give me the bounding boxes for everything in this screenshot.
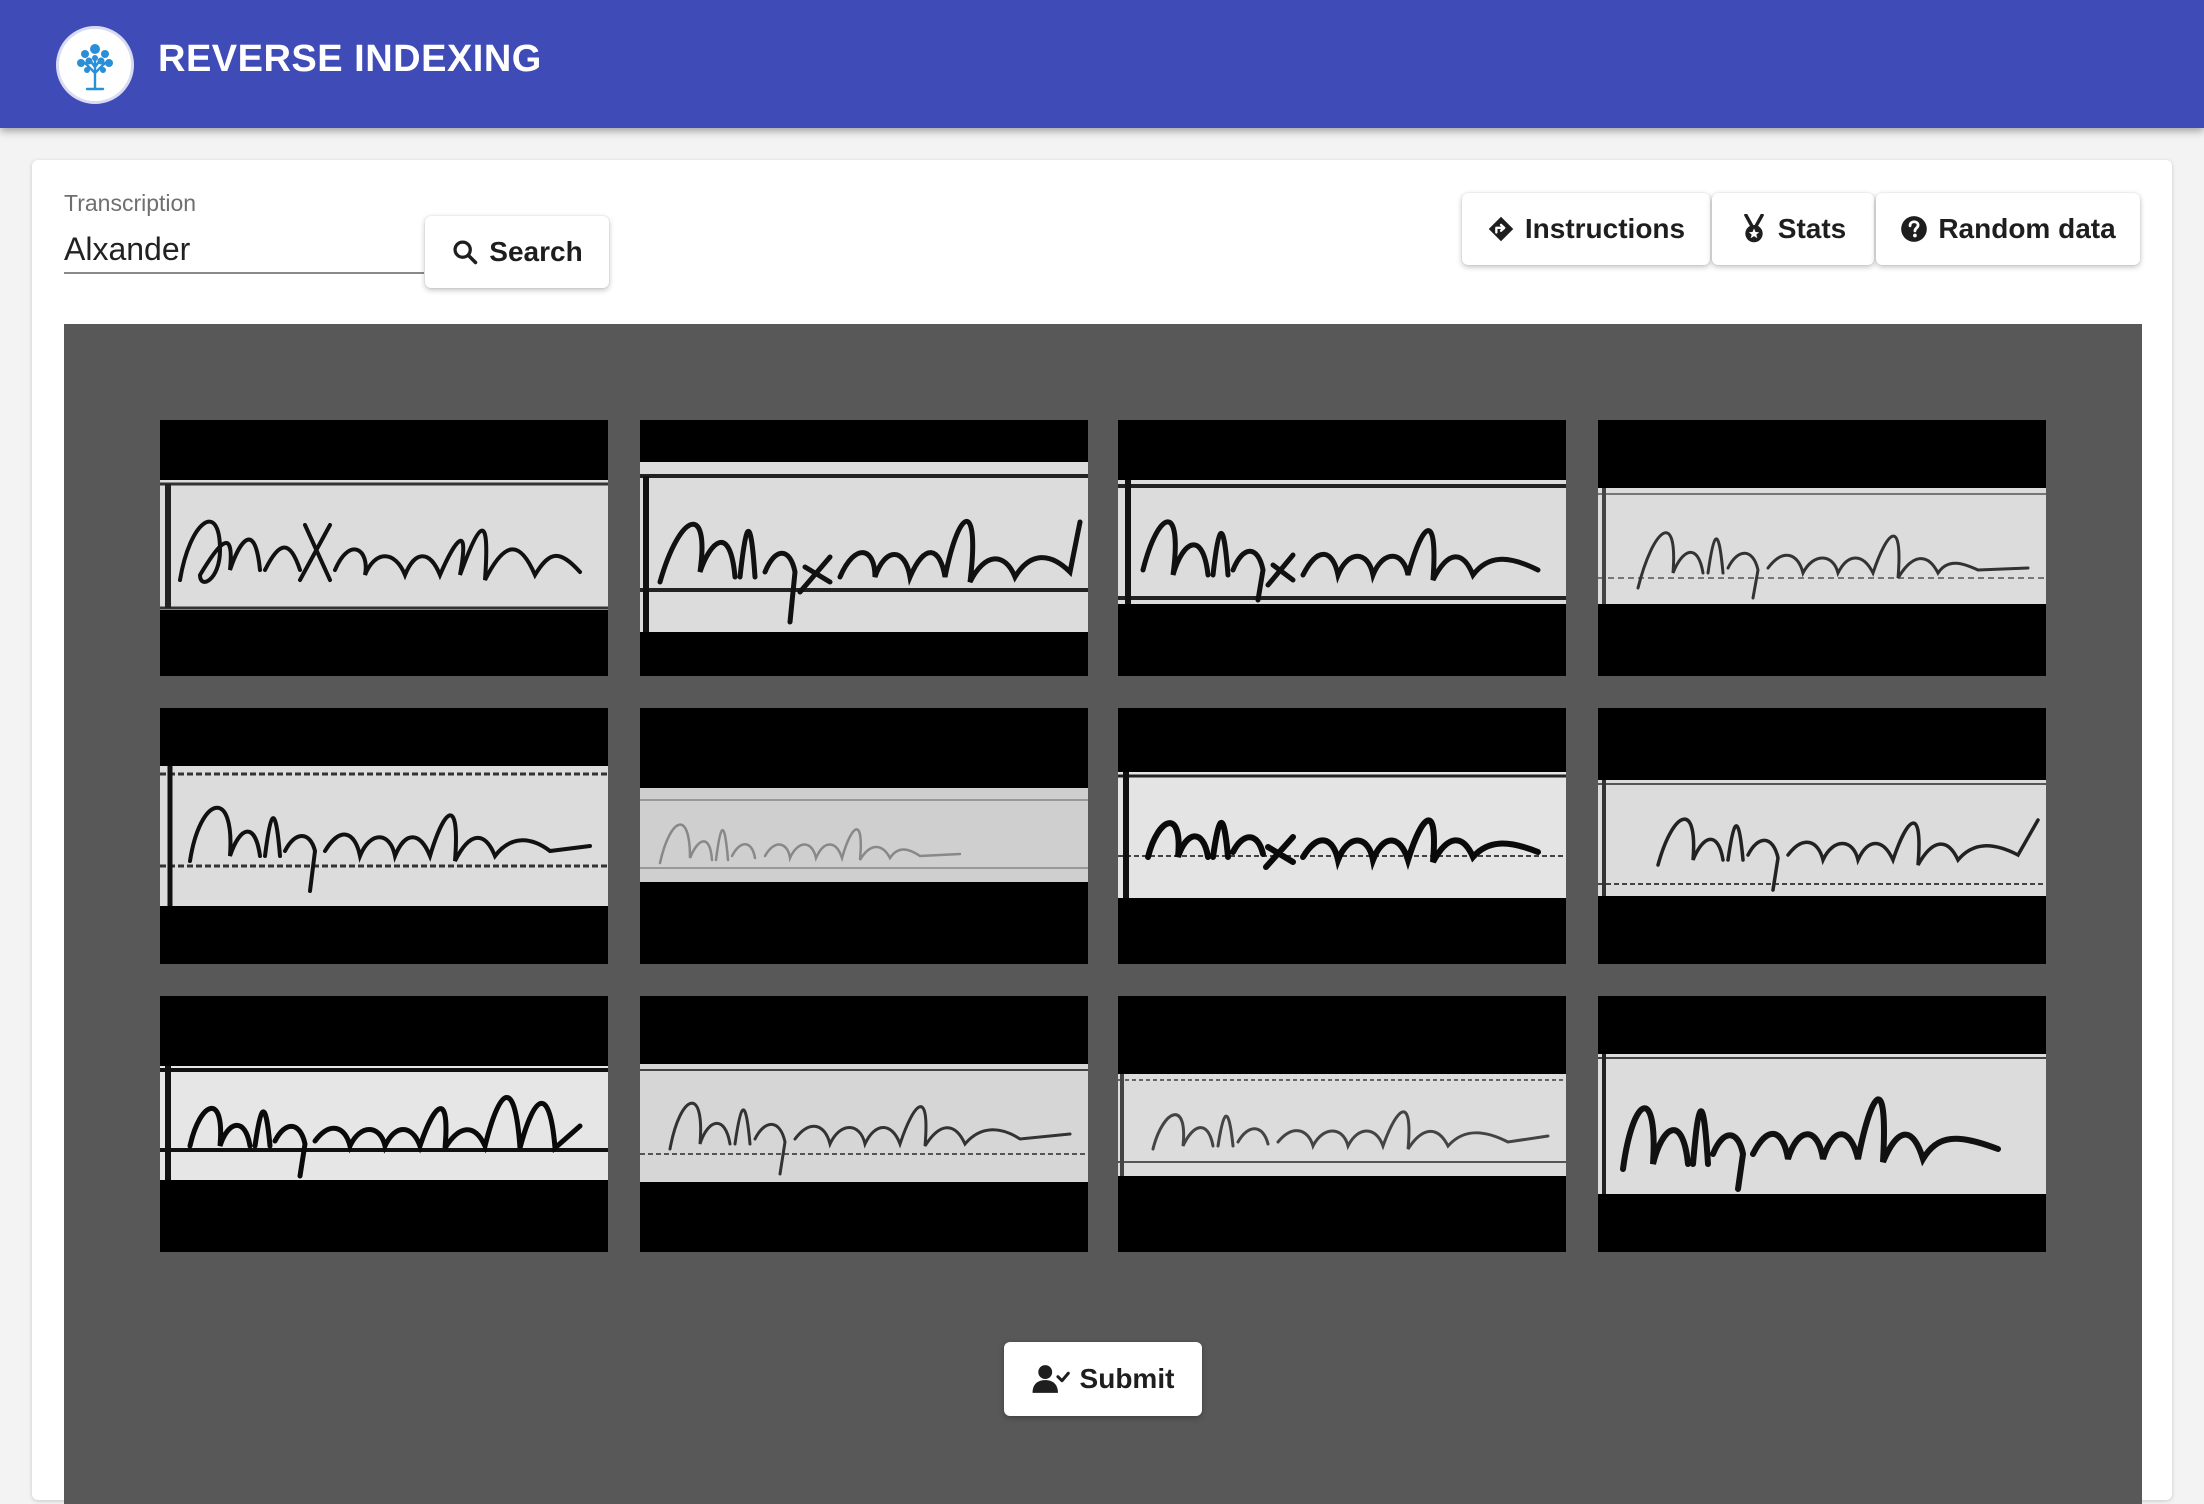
app-title: REVERSE INDEXING: [158, 38, 542, 80]
instructions-button[interactable]: Instructions: [1462, 193, 1710, 265]
user-check-icon: [1032, 1364, 1070, 1394]
handwriting-image-8[interactable]: [1598, 708, 2046, 964]
transcription-input[interactable]: [64, 226, 424, 274]
search-icon: [451, 238, 479, 266]
directions-icon: [1487, 215, 1515, 243]
handwriting-image-6[interactable]: [640, 708, 1088, 964]
handwriting-image-9[interactable]: [160, 996, 608, 1252]
image-gallery: Submit: [64, 324, 2142, 1504]
instructions-label: Instructions: [1524, 213, 1686, 244]
transcription-field: Transcription: [64, 190, 424, 286]
submit-button[interactable]: Submit: [1004, 1342, 1202, 1416]
random-data-button[interactable]: Random data: [1876, 193, 2140, 265]
handwriting-image-4[interactable]: [1598, 420, 2046, 676]
handwriting-image-10[interactable]: [640, 996, 1088, 1252]
medal-icon: [1740, 214, 1768, 244]
handwriting-image-3[interactable]: [1118, 420, 1566, 676]
stats-label: Stats: [1777, 213, 1847, 244]
handwriting-image-1[interactable]: [160, 420, 608, 676]
random-data-label: Random data: [1938, 213, 2116, 244]
search-button[interactable]: Search: [425, 216, 609, 288]
handwriting-image-5[interactable]: [160, 708, 608, 964]
submit-label: Submit: [1079, 1363, 1175, 1394]
handwriting-image-12[interactable]: [1598, 996, 2046, 1252]
handwriting-image-7[interactable]: [1118, 708, 1566, 964]
stats-button[interactable]: Stats: [1712, 193, 1874, 265]
handwriting-image-2[interactable]: [640, 420, 1088, 676]
search-button-label: Search: [489, 236, 583, 267]
app-bar: REVERSE INDEXING: [0, 0, 2204, 128]
handwriting-image-11[interactable]: [1118, 996, 1566, 1252]
tree-icon: [56, 26, 134, 104]
transcription-label: Transcription: [64, 190, 197, 216]
help-circle-icon: [1900, 215, 1928, 243]
